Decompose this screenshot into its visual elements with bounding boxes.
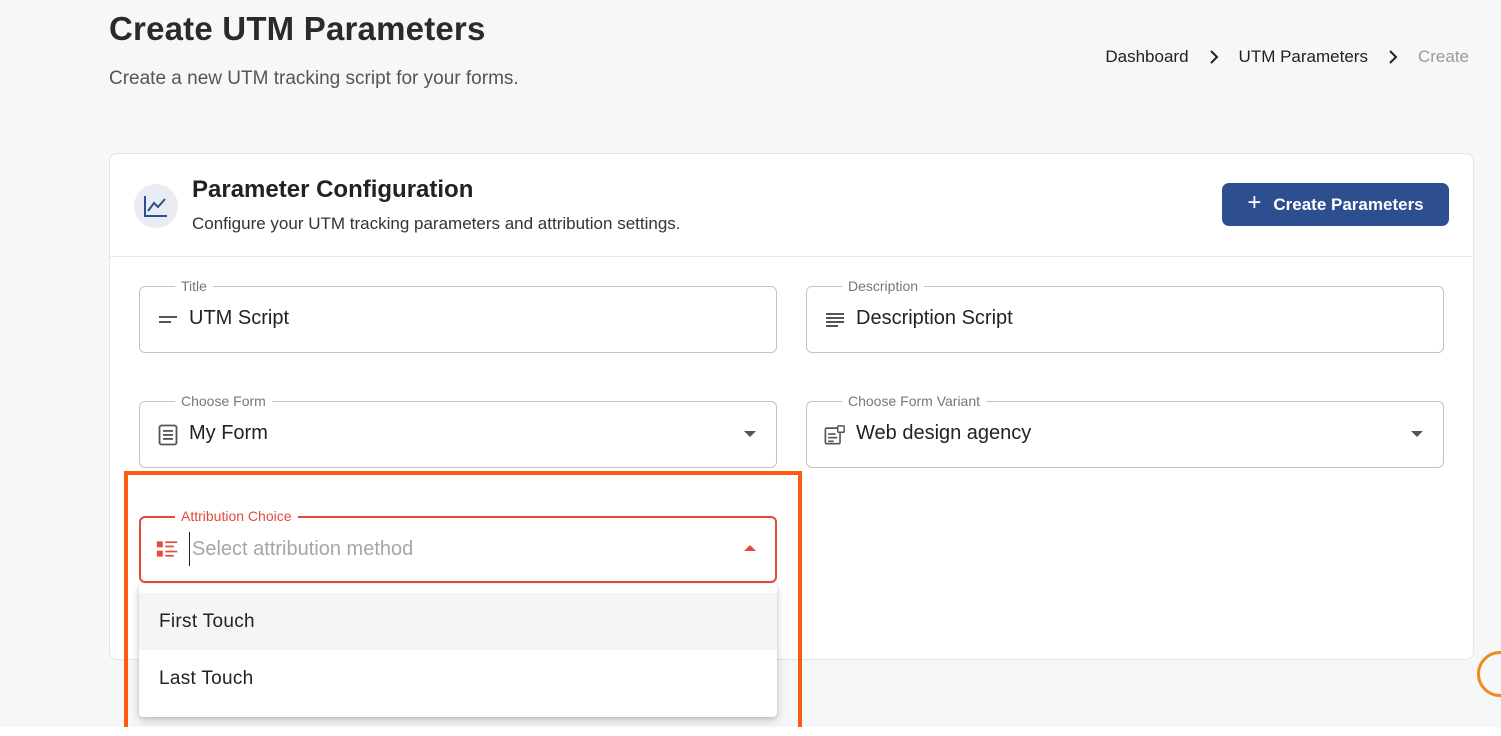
option-first-touch[interactable]: First Touch	[139, 593, 777, 650]
title-field-value: UTM Script	[189, 307, 289, 329]
choose-form-variant-value: Web design agency	[856, 422, 1032, 444]
form-icon	[157, 424, 179, 446]
card-title: Parameter Configuration	[192, 176, 474, 203]
breadcrumb-dashboard[interactable]: Dashboard	[1105, 47, 1188, 67]
description-field-value: Description Script	[856, 307, 1013, 329]
chevron-up-icon[interactable]	[744, 545, 756, 551]
description-field-label: Description	[842, 278, 925, 294]
attribution-options-menu: First Touch Last Touch	[139, 584, 777, 717]
line-chart-icon	[134, 184, 178, 228]
breadcrumb-create: Create	[1417, 47, 1469, 66]
chevron-right-icon	[1209, 50, 1218, 64]
chevron-right-icon	[1389, 50, 1398, 64]
chevron-down-icon[interactable]	[744, 431, 756, 437]
choose-form-label: Choose Form	[175, 393, 272, 409]
title-field-label: Title	[175, 278, 213, 294]
card-header: Parameter Configuration Configure your U…	[110, 154, 1473, 257]
card-subtitle: Configure your UTM tracking parameters a…	[192, 214, 681, 233]
page-subtitle: Create a new UTM tracking script for you…	[109, 68, 519, 89]
page-bottom-strip	[0, 727, 1501, 736]
help-widget-icon[interactable]	[1477, 651, 1501, 697]
plus-icon: +	[1247, 189, 1262, 216]
choose-form-select[interactable]: Choose Form My Form	[139, 393, 777, 468]
create-parameters-label: Create Parameters	[1273, 194, 1424, 214]
chevron-down-icon[interactable]	[1411, 431, 1423, 437]
description-field[interactable]: Description Description Script	[806, 278, 1444, 353]
title-field[interactable]: Title UTM Script	[139, 278, 777, 353]
choose-form-variant-label: Choose Form Variant	[842, 393, 987, 409]
option-last-touch[interactable]: Last Touch	[139, 650, 777, 707]
attribution-choice-select[interactable]: Attribution Choice	[139, 508, 777, 583]
page-title: Create UTM Parameters	[109, 10, 486, 47]
variant-icon	[824, 424, 846, 446]
notes-icon	[824, 309, 846, 331]
list-icon	[156, 538, 178, 560]
short-text-icon	[157, 309, 179, 331]
breadcrumb-utm-parameters[interactable]: UTM Parameters	[1239, 47, 1368, 67]
choose-form-variant-select[interactable]: Choose Form Variant Web design agency	[806, 393, 1444, 468]
choose-form-value: My Form	[189, 422, 268, 444]
attribution-choice-label: Attribution Choice	[175, 508, 298, 524]
attribution-choice-input[interactable]	[189, 532, 709, 566]
create-parameters-button[interactable]: + Create Parameters	[1222, 183, 1449, 226]
breadcrumb: Dashboard UTM Parameters Create	[1105, 47, 1469, 67]
